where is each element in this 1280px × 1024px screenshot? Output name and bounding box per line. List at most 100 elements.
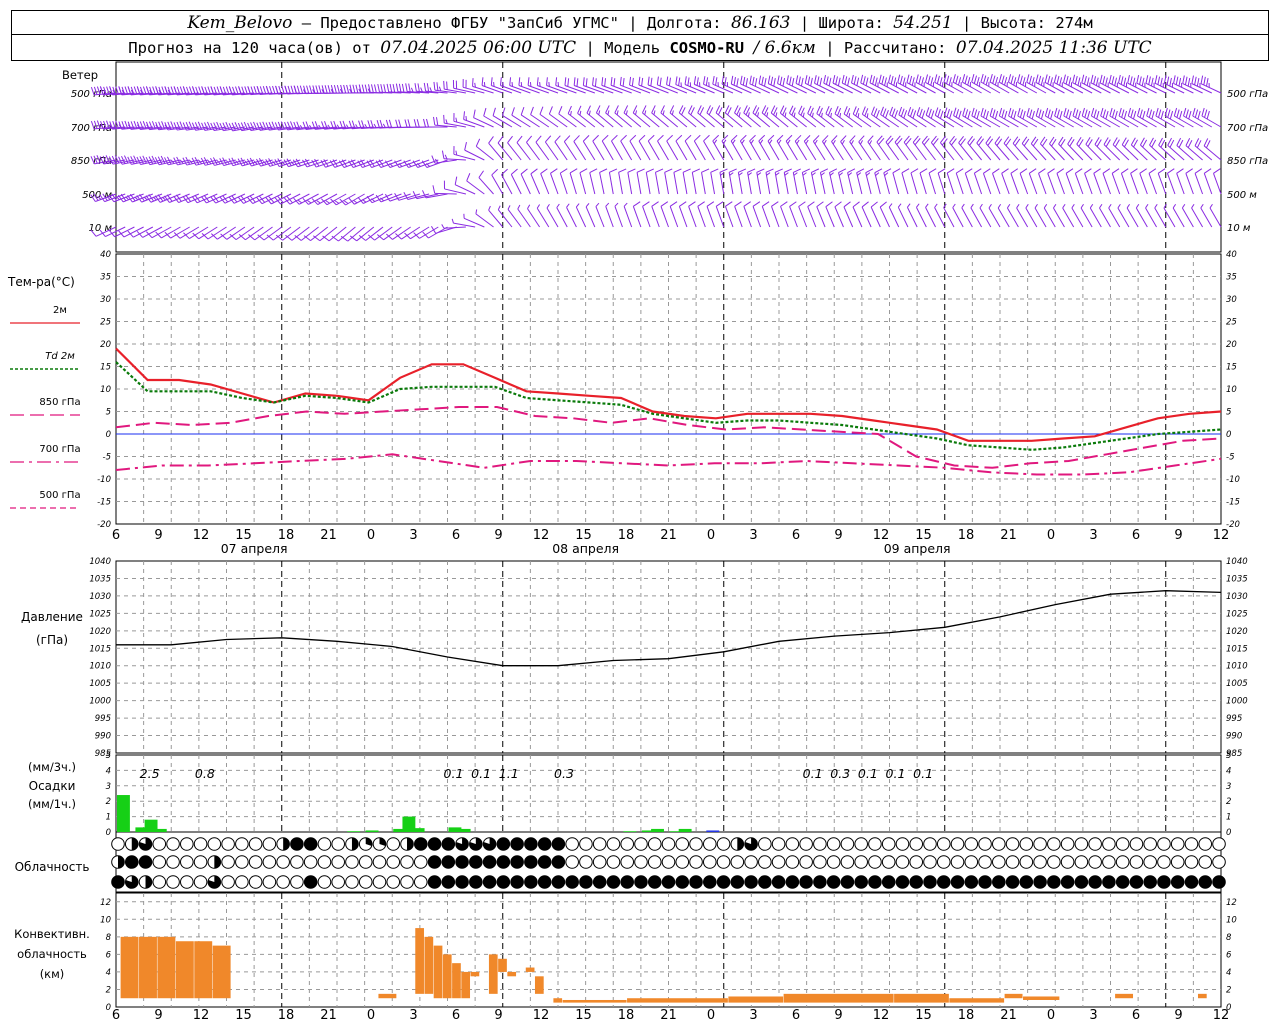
conv-x-tick-label: 0 — [1047, 1008, 1055, 1023]
wind-barb-flag — [708, 107, 714, 116]
wind-barb — [992, 173, 1001, 195]
wind-barb-flag — [885, 110, 889, 119]
cloud-fill-full — [992, 875, 1006, 889]
wind-barb — [638, 84, 660, 94]
wind-barb — [669, 112, 688, 128]
wind-barb-flag — [465, 116, 467, 121]
cloud-symbol — [193, 837, 208, 851]
wind-barb — [645, 172, 651, 195]
wind-barb — [539, 113, 559, 128]
wind-barb — [481, 85, 503, 94]
precip-total-label: 0.3 — [554, 766, 574, 781]
wind-barb — [961, 207, 973, 228]
wind-barb — [629, 84, 651, 94]
wind-barb — [761, 206, 771, 228]
cloud-symbol — [675, 837, 690, 851]
wind-barb-flag — [1007, 74, 1012, 83]
wind-barb-flag — [909, 75, 913, 85]
wind-barb-flag — [1132, 77, 1136, 86]
temp-x-tick-label: 6 — [792, 528, 800, 543]
wind-barb-flag — [1150, 77, 1154, 87]
wind-barb-flag — [721, 134, 729, 142]
cloud-fill-full — [731, 875, 744, 889]
wind-barb — [1017, 81, 1038, 94]
wind-barb-flag — [1038, 168, 1046, 174]
wind-barb-flag — [463, 111, 466, 120]
wind-barb-flag — [417, 83, 420, 92]
wind-barb-flag — [681, 107, 686, 116]
conv-x-tick-label: 15 — [915, 1008, 932, 1023]
wind-barb — [1047, 173, 1056, 195]
cloud-symbol — [413, 875, 428, 889]
wind-barb-flag — [869, 140, 873, 145]
wind-barb-flag — [992, 75, 996, 84]
conv-title-2: облачность — [17, 947, 87, 961]
wind-barb — [491, 85, 513, 94]
wind-barb — [1120, 173, 1130, 195]
wind-barb-flag — [875, 172, 880, 176]
wind-barb — [928, 172, 937, 195]
cloud-fill-full — [868, 875, 882, 889]
wind-barb-flag — [992, 109, 996, 118]
conv-x-tick-label: 21 — [320, 1008, 337, 1023]
precip-tick-label: 2 — [1226, 797, 1231, 807]
wind-barb — [518, 85, 540, 94]
wind-barb-flag — [546, 203, 550, 209]
wind-barb — [1065, 173, 1075, 195]
wind-title: Ветер — [62, 68, 98, 82]
cloud-symbol — [317, 855, 332, 869]
wind-barb — [356, 226, 375, 242]
wind-barb-flag — [693, 76, 697, 85]
day-label: 09 апреля — [884, 541, 951, 556]
wind-barb-flag — [501, 107, 506, 116]
conv-x-tick-label: 12 — [533, 1008, 550, 1023]
wind-barb-flag — [563, 135, 571, 142]
wind-barb-flag — [952, 203, 956, 208]
wind-barb — [642, 206, 651, 228]
wind-barb-flag — [867, 135, 874, 143]
wind-barb-flag — [1145, 75, 1149, 84]
wind-barb-flag — [426, 118, 429, 128]
wind-barb — [1194, 145, 1213, 161]
wind-barb — [749, 83, 771, 94]
wind-barb-flag — [316, 200, 321, 204]
wind-barb-flag — [834, 106, 839, 115]
wind-barb — [577, 112, 596, 128]
wind-barb-flag — [789, 201, 797, 207]
wind-barb-flag — [1065, 75, 1069, 85]
wind-barb-flag — [936, 75, 940, 84]
cloud-fill-full — [125, 855, 139, 869]
wind-barb-flag — [983, 75, 987, 84]
cloud-symbol — [702, 855, 717, 869]
wind-barb — [731, 83, 752, 94]
cloud-symbol — [345, 875, 359, 889]
wind-barb-flag — [729, 172, 734, 176]
cloud-fill-full — [662, 875, 675, 889]
wind-barb — [1148, 173, 1158, 195]
wind-barb-flag — [1075, 168, 1083, 174]
wind-barb-flag — [1167, 137, 1172, 146]
cloud-fill-full — [1061, 875, 1074, 889]
wind-barb — [592, 140, 605, 161]
conv-x-tick-label: 6 — [112, 1008, 120, 1023]
pressure-tick-label: 1000 — [89, 697, 111, 707]
cloud-fill-full — [524, 837, 538, 851]
wind-barb — [1174, 115, 1194, 128]
wind-barb — [601, 140, 614, 161]
temp-tick-label: 30 — [1226, 295, 1237, 305]
conv-tick-label: 2 — [1226, 985, 1231, 995]
wind-barb — [660, 206, 669, 228]
wind-barb-flag — [1213, 168, 1221, 174]
wind-barb — [1191, 207, 1204, 228]
wind-barb-flag — [953, 107, 957, 116]
wind-barb — [953, 115, 973, 128]
temp-x-tick-label: 21 — [1000, 528, 1017, 543]
wind-barb-flag — [989, 107, 993, 117]
wind-barb-flag — [946, 75, 950, 84]
wind-barb-flag — [988, 203, 992, 209]
wind-barb-flag — [1166, 76, 1170, 85]
wind-barb-flag — [622, 77, 625, 87]
wind-barb — [1054, 115, 1074, 128]
wind-barb — [1209, 207, 1222, 228]
wind-barb-flag — [1176, 109, 1180, 118]
